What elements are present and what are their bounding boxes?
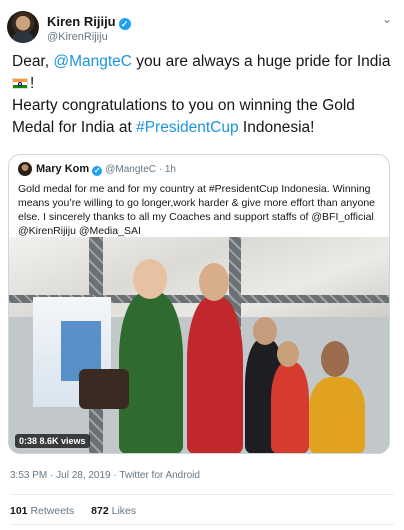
- retweets-stat[interactable]: 101 Retweets: [10, 505, 74, 517]
- quoted-avatar: [18, 162, 32, 176]
- india-flag-icon: [12, 78, 28, 89]
- mention-link[interactable]: @MangteC: [53, 53, 132, 70]
- hashtag-link[interactable]: #PresidentCup: [136, 119, 239, 136]
- engagement-stats: 101 Retweets 872 Likes: [10, 505, 150, 517]
- tweet-text-exclamation: !: [30, 75, 35, 92]
- quoted-author-name: Mary Kom: [36, 163, 90, 175]
- video-person-2: [187, 297, 243, 453]
- tweet-text: Dear, @MangteC you are always a huge pri…: [12, 51, 392, 139]
- author-avatar[interactable]: [7, 11, 39, 43]
- author-name-text: Kiren Rijiju: [47, 14, 116, 29]
- tweet-text-dear: Dear,: [12, 53, 54, 70]
- verified-badge-icon: ✓: [92, 166, 103, 176]
- retweets-label: Retweets: [30, 505, 75, 517]
- quoted-text: Gold medal for me and for my country at …: [18, 183, 376, 237]
- author-handle[interactable]: @KirenRijiju: [47, 31, 108, 43]
- likes-stat[interactable]: 872 Likes: [91, 505, 136, 517]
- quoted-handle: @MangteC · 1h: [105, 164, 176, 175]
- divider: [10, 494, 394, 495]
- video-head-5: [321, 341, 349, 377]
- video-head-3: [253, 317, 277, 345]
- quoted-tweet[interactable]: Mary Kom ✓ @MangteC · 1h Gold medal for m…: [8, 154, 390, 454]
- video-head-2: [199, 263, 229, 301]
- likes-label: Likes: [111, 505, 137, 517]
- quoted-author: Mary Kom ✓ @MangteC · 1h: [36, 163, 176, 176]
- chevron-down-icon[interactable]: ⌄: [382, 12, 392, 26]
- divider: [10, 524, 394, 525]
- tweet-text-end: Indonesia!: [238, 119, 315, 136]
- video-person-5: [309, 377, 365, 453]
- author-name[interactable]: Kiren Rijiju ✓: [47, 14, 131, 30]
- video-thumbnail[interactable]: 0:38 8.6K views: [9, 237, 389, 453]
- video-view-badge: 0:38 8.6K views: [15, 434, 90, 448]
- video-head-1: [133, 259, 167, 299]
- video-person-4: [271, 362, 309, 453]
- retweets-count: 101: [10, 505, 28, 517]
- tweet-card: Kiren Rijiju ✓ @KirenRijiju ⌄ Dear, @Mang…: [0, 0, 404, 530]
- verified-badge-icon: ✓: [118, 18, 131, 30]
- video-head-4: [277, 341, 299, 367]
- tweet-timestamp[interactable]: 3:53 PM · Jul 28, 2019 · Twitter for And…: [10, 470, 200, 481]
- likes-count: 872: [91, 505, 109, 517]
- tweet-text-line1: you are always a huge pride for India: [132, 53, 391, 70]
- video-person-6: [79, 369, 129, 409]
